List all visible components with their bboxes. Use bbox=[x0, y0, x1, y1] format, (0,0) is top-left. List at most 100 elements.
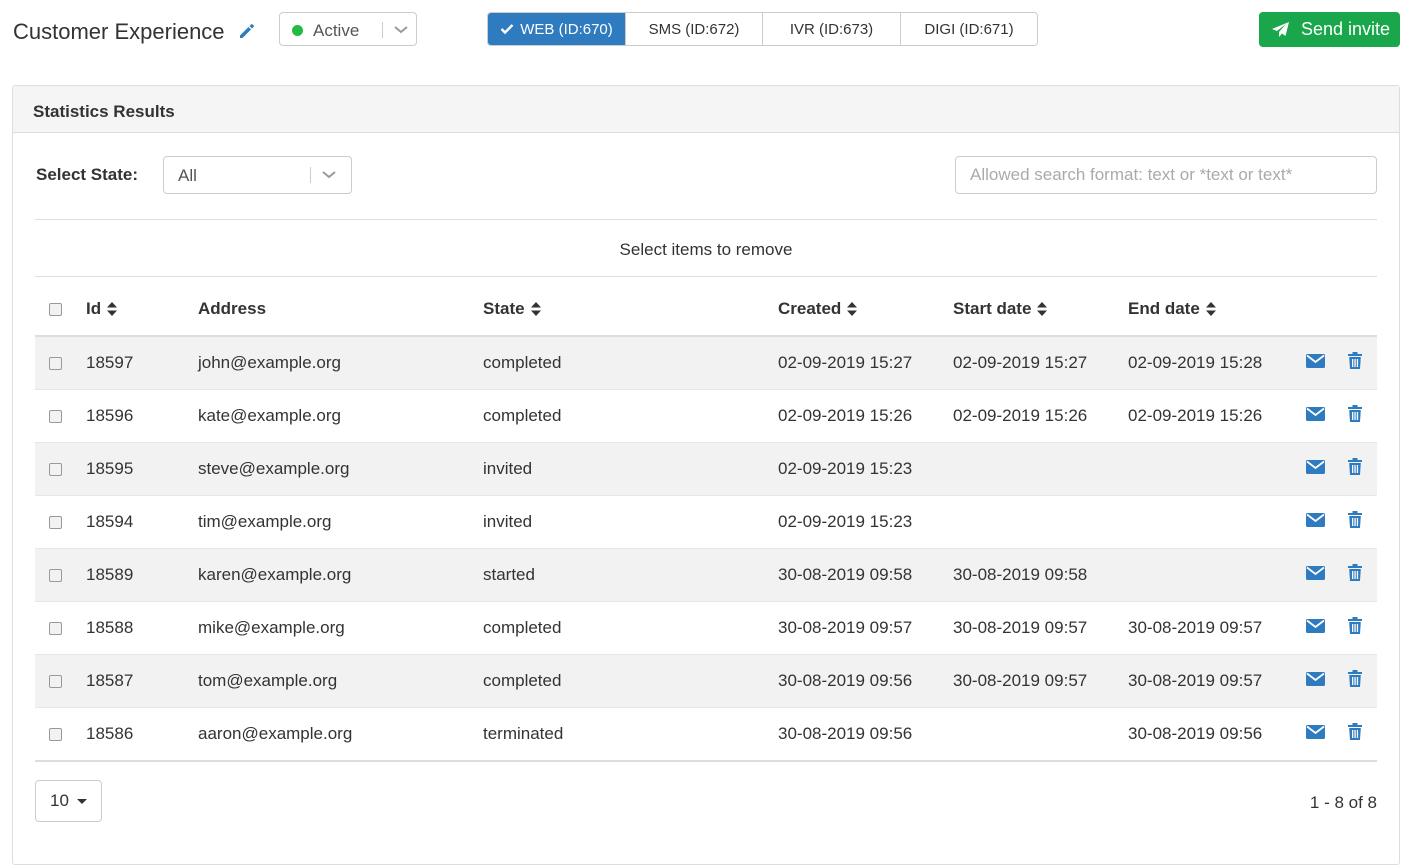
per-page-value: 10 bbox=[50, 791, 69, 810]
cell-state: invited bbox=[483, 495, 778, 549]
cell-start-date bbox=[953, 442, 1128, 496]
envelope-icon[interactable] bbox=[1306, 459, 1325, 479]
row-checkbox[interactable] bbox=[49, 515, 62, 529]
envelope-icon[interactable] bbox=[1306, 353, 1325, 373]
cell-id: 18587 bbox=[86, 654, 198, 708]
table-row: 18594 tim@example.org invited 02-09-2019 15… bbox=[35, 495, 1377, 549]
cell-address: aaron@example.org bbox=[198, 707, 483, 762]
table-row: 18588 mike@example.org completed 30-08-2019… bbox=[35, 601, 1377, 655]
sort-icon bbox=[847, 302, 858, 316]
select-all-checkbox[interactable] bbox=[49, 302, 62, 316]
cell-start-date: 02-09-2019 15:27 bbox=[953, 335, 1128, 390]
trash-icon[interactable] bbox=[1348, 458, 1362, 480]
row-checkbox[interactable] bbox=[49, 674, 62, 688]
tab-ivr-label: IVR (ID:673) bbox=[789, 20, 874, 38]
cell-address: john@example.org bbox=[198, 335, 483, 390]
trash-icon[interactable] bbox=[1348, 670, 1362, 692]
cell-end-date: 30-08-2019 09:56 bbox=[1128, 707, 1294, 762]
cell-end-date: 30-08-2019 09:57 bbox=[1128, 654, 1294, 708]
sort-icon bbox=[107, 302, 118, 316]
tab-digi[interactable]: DIGI (ID:671) bbox=[901, 13, 1037, 45]
cell-state: completed bbox=[483, 654, 778, 708]
tab-sms[interactable]: SMS (ID:672) bbox=[626, 13, 763, 45]
cell-state: completed bbox=[483, 335, 778, 390]
column-state[interactable]: State bbox=[483, 283, 778, 337]
send-invite-button[interactable]: Send invite bbox=[1259, 12, 1400, 47]
select-separator bbox=[310, 167, 311, 183]
trash-icon[interactable] bbox=[1348, 564, 1362, 586]
tab-sms-label: SMS (ID:672) bbox=[648, 20, 740, 38]
trash-icon[interactable] bbox=[1348, 352, 1362, 374]
page-title: Customer Experience bbox=[13, 19, 225, 44]
pencil-icon[interactable] bbox=[237, 21, 257, 41]
cell-start-date bbox=[953, 707, 1128, 762]
cell-state: started bbox=[483, 548, 778, 602]
cell-id: 18597 bbox=[86, 335, 198, 390]
cell-address: tom@example.org bbox=[198, 654, 483, 708]
cell-end-date: 02-09-2019 15:26 bbox=[1128, 389, 1294, 443]
select-separator bbox=[382, 22, 383, 38]
envelope-icon[interactable] bbox=[1306, 618, 1325, 638]
cell-start-date: 30-08-2019 09:58 bbox=[953, 548, 1128, 602]
cell-address: mike@example.org bbox=[198, 601, 483, 655]
cell-created: 02-09-2019 15:23 bbox=[778, 442, 953, 496]
results-table: Id Address State Created Start date End … bbox=[35, 283, 1377, 762]
pagination-range: 1 - 8 of 8 bbox=[1309, 793, 1377, 812]
table-header-row: Id Address State Created Start date End … bbox=[35, 283, 1377, 337]
envelope-icon[interactable] bbox=[1306, 724, 1325, 744]
per-page-dropdown[interactable]: 10 bbox=[35, 780, 102, 822]
chevron-down-icon bbox=[394, 26, 408, 34]
tab-web[interactable]: WEB (ID:670) bbox=[488, 13, 626, 45]
column-start-date-label: Start date bbox=[953, 299, 1032, 318]
row-checkbox[interactable] bbox=[49, 462, 62, 476]
trash-icon[interactable] bbox=[1348, 405, 1362, 427]
cell-created: 02-09-2019 15:23 bbox=[778, 495, 953, 549]
trash-icon[interactable] bbox=[1348, 511, 1362, 533]
envelope-icon[interactable] bbox=[1306, 512, 1325, 532]
cell-state: completed bbox=[483, 601, 778, 655]
column-start-date[interactable]: Start date bbox=[953, 283, 1128, 337]
state-select[interactable]: All bbox=[163, 156, 352, 194]
cell-end-date bbox=[1128, 442, 1294, 496]
tab-ivr[interactable]: IVR (ID:673) bbox=[763, 13, 901, 45]
paper-plane-icon bbox=[1272, 21, 1289, 37]
cell-created: 02-09-2019 15:26 bbox=[778, 389, 953, 443]
row-checkbox[interactable] bbox=[49, 409, 62, 423]
chevron-down-icon bbox=[322, 171, 336, 179]
cell-created: 02-09-2019 15:27 bbox=[778, 335, 953, 390]
column-created[interactable]: Created bbox=[778, 283, 953, 337]
status-label: Active bbox=[313, 21, 360, 40]
divider bbox=[35, 276, 1377, 277]
cell-start-date: 30-08-2019 09:57 bbox=[953, 654, 1128, 708]
caret-down-icon bbox=[76, 798, 87, 804]
column-id[interactable]: Id bbox=[86, 283, 198, 337]
row-checkbox[interactable] bbox=[49, 621, 62, 635]
table-row: 18596 kate@example.org completed 02-09-2019… bbox=[35, 389, 1377, 443]
tab-web-label: WEB (ID:670) bbox=[520, 20, 613, 38]
envelope-icon[interactable] bbox=[1306, 671, 1325, 691]
row-checkbox[interactable] bbox=[49, 568, 62, 582]
row-checkbox[interactable] bbox=[49, 356, 62, 370]
cell-state: completed bbox=[483, 389, 778, 443]
cell-start-date: 30-08-2019 09:57 bbox=[953, 601, 1128, 655]
cell-address: kate@example.org bbox=[198, 389, 483, 443]
panel-title: Statistics Results bbox=[33, 102, 175, 121]
trash-icon[interactable] bbox=[1348, 723, 1362, 745]
cell-id: 18588 bbox=[86, 601, 198, 655]
column-address-label: Address bbox=[198, 299, 267, 318]
cell-created: 30-08-2019 09:56 bbox=[778, 707, 953, 762]
statistics-panel: Statistics Results Select State: All Sel… bbox=[12, 85, 1400, 865]
column-end-date[interactable]: End date bbox=[1128, 283, 1294, 337]
cell-end-date bbox=[1128, 548, 1294, 602]
search-input[interactable] bbox=[955, 156, 1377, 194]
status-select[interactable]: Active bbox=[279, 12, 417, 46]
column-id-label: Id bbox=[86, 299, 102, 318]
column-state-label: State bbox=[483, 299, 525, 318]
tab-digi-label: DIGI (ID:671) bbox=[924, 20, 1014, 38]
sort-icon bbox=[1205, 302, 1216, 316]
trash-icon[interactable] bbox=[1348, 617, 1362, 639]
envelope-icon[interactable] bbox=[1306, 406, 1325, 426]
envelope-icon[interactable] bbox=[1306, 565, 1325, 585]
cell-id: 18594 bbox=[86, 495, 198, 549]
row-checkbox[interactable] bbox=[49, 727, 62, 741]
